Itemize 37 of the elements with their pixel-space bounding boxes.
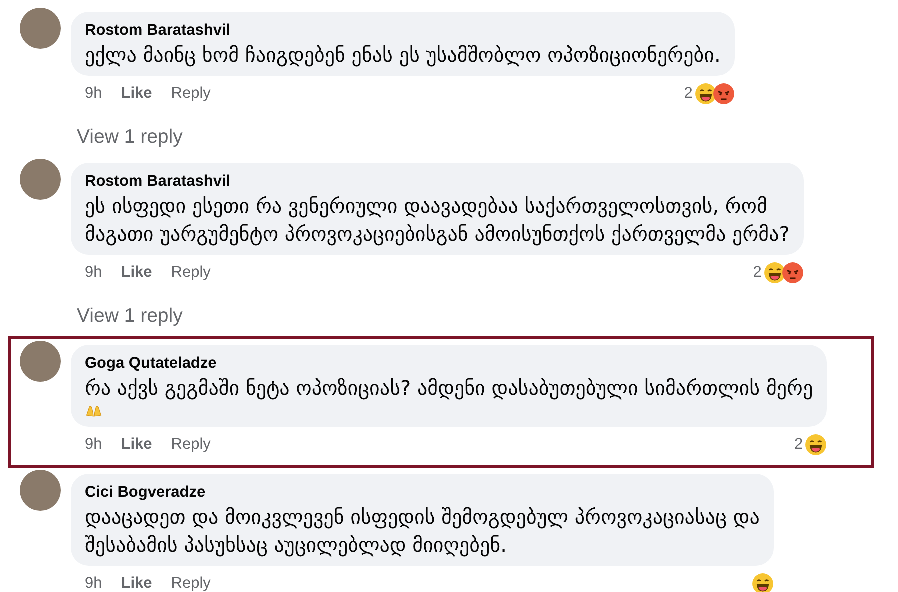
timestamp: 9h bbox=[85, 436, 102, 454]
view-replies-link[interactable]: View 1 reply bbox=[77, 126, 183, 148]
author-name[interactable]: Cici Bogveradze bbox=[85, 483, 760, 503]
reply-link[interactable]: Reply bbox=[171, 264, 211, 282]
comment-text: შესაბამის პასუხსაც აუცილებლად მიიღებენ. bbox=[85, 532, 507, 559]
angry-emoji-icon bbox=[782, 262, 804, 284]
laughing-emoji-icon bbox=[764, 262, 786, 284]
like-link[interactable]: Like bbox=[121, 436, 152, 454]
avatar bbox=[20, 470, 61, 511]
comment-text: დააცადეთ და მოიკვლევენ ისფედის შემოგდებულ პროვოკაციასაც და bbox=[85, 504, 760, 531]
reaction-count: 2 bbox=[684, 85, 693, 103]
angry-emoji-icon bbox=[712, 83, 735, 105]
reply-link[interactable]: Reply bbox=[171, 85, 211, 103]
reply-link[interactable]: Reply bbox=[171, 575, 211, 592]
like-link[interactable]: Like bbox=[121, 575, 152, 592]
comment-text: ექლა მაინც ხომ ჩაიგდებენ ენას ეს უსამშობლო ოპოზიციონერები. bbox=[85, 42, 721, 69]
like-link[interactable]: Like bbox=[121, 85, 152, 103]
author-name[interactable]: Rostom Baratashvil bbox=[85, 172, 790, 192]
laughing-emoji-icon bbox=[694, 83, 717, 105]
comment-text: მაგათი უარგუმენტო პროვოკაციებისგან ამოისუნთქოს ქართველმა ერმა? bbox=[85, 221, 790, 248]
author-name[interactable]: Goga Qutateladze bbox=[85, 354, 814, 374]
reaction-count: 2 bbox=[794, 436, 804, 454]
comment-text: რა აქვს გეგმაში ნეტა ოპოზიციას? ამდენი დასაბუთებული სიმართლის მერე bbox=[85, 375, 814, 402]
timestamp: 9h bbox=[85, 264, 102, 282]
timestamp: 9h bbox=[85, 575, 102, 592]
view-replies-link[interactable]: View 1 reply bbox=[77, 305, 183, 327]
author-name[interactable]: Rostom Baratashvil bbox=[85, 21, 721, 41]
avatar bbox=[20, 8, 61, 49]
reply-link[interactable]: Reply bbox=[171, 436, 211, 454]
laughing-emoji-icon bbox=[752, 573, 774, 592]
comment-text: ეს ისფედი ესეთი რა ვენერიული დაავადებაა საქართველოსთვის, რომ bbox=[85, 193, 768, 220]
reaction-count: 2 bbox=[753, 264, 762, 282]
avatar bbox=[20, 159, 61, 200]
like-link[interactable]: Like bbox=[121, 264, 152, 282]
timestamp: 9h bbox=[85, 85, 102, 103]
avatar bbox=[20, 341, 61, 382]
laughing-emoji-icon bbox=[805, 434, 828, 456]
